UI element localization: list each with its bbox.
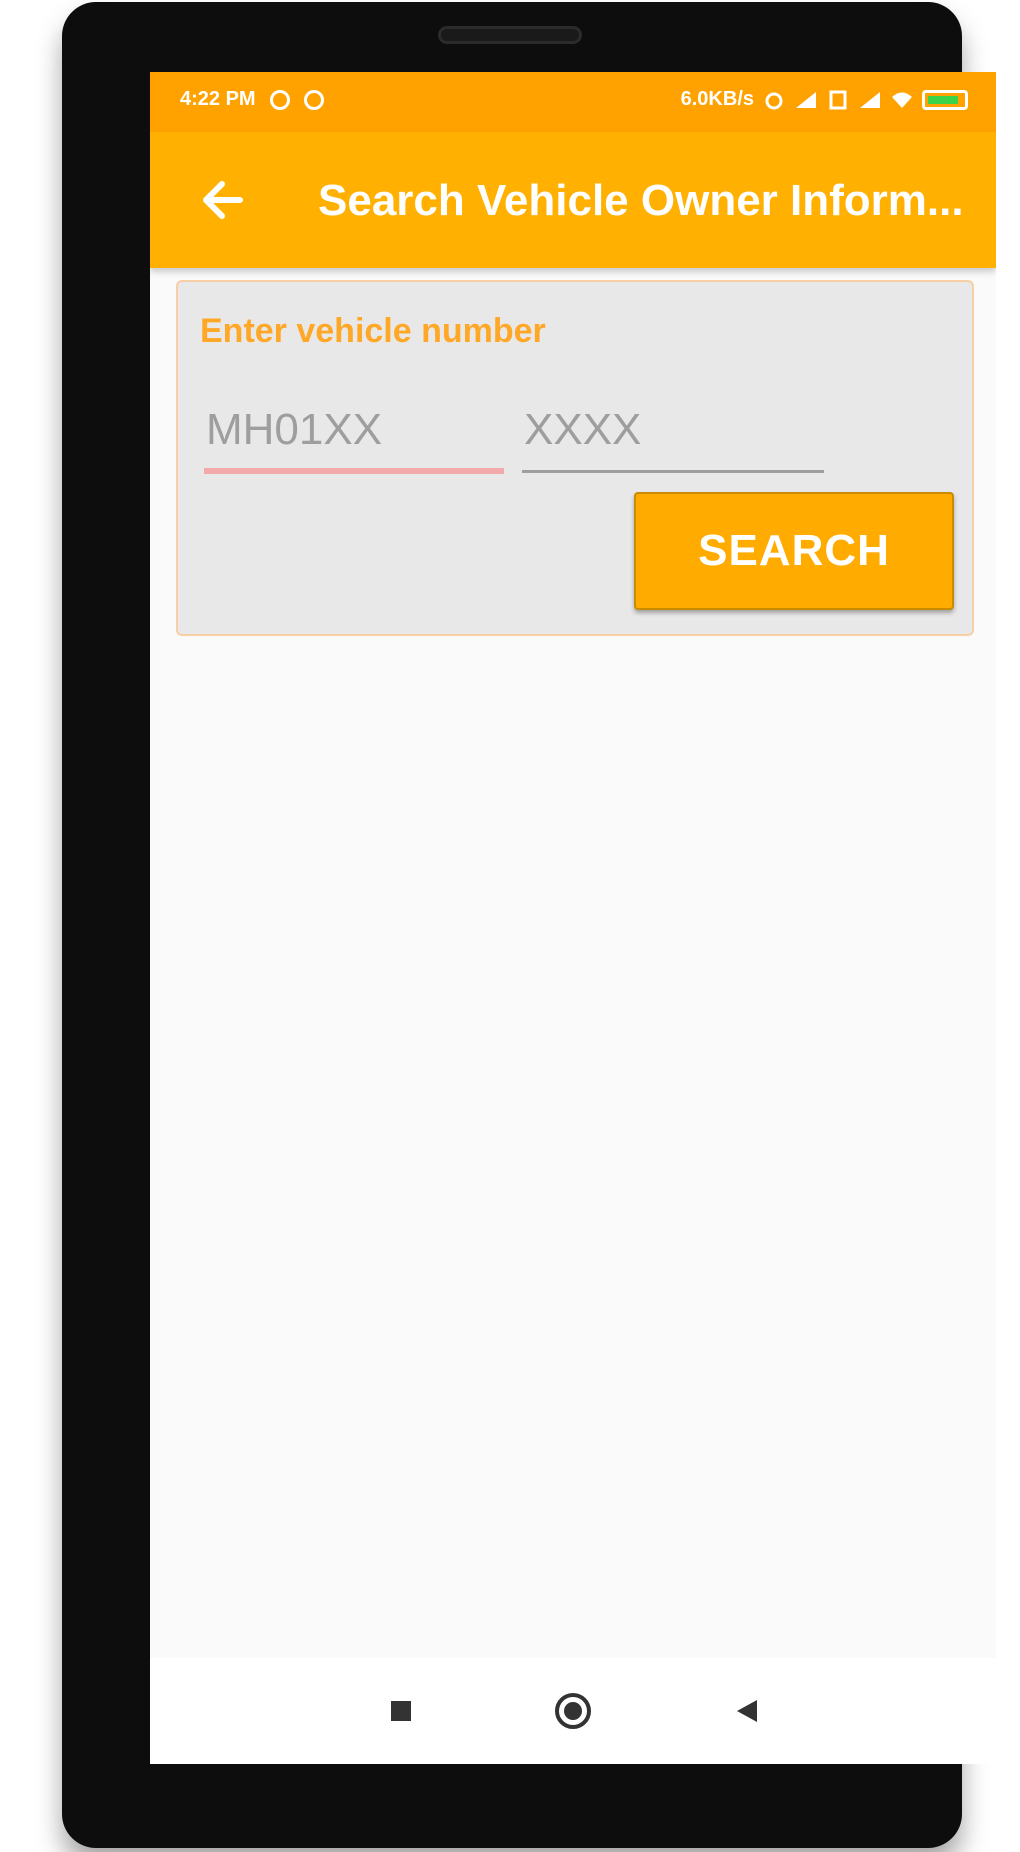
sim-icon	[829, 90, 847, 109]
battery-level	[928, 95, 958, 104]
state-code-underline	[204, 468, 504, 474]
status-bar: 4:22 PM 6.0KB/s	[150, 72, 996, 132]
arrow-left-icon	[203, 181, 243, 219]
network-speed: 6.0KB/s	[680, 88, 754, 110]
search-button[interactable]: SEARCH	[634, 492, 954, 610]
notification-icon	[303, 89, 324, 110]
battery-icon	[922, 89, 968, 110]
signal-icon	[796, 91, 816, 108]
vehicle-search-card: Enter vehicle number SEARCH	[176, 280, 974, 636]
page-title: Search Vehicle Owner Inform...	[318, 176, 964, 225]
home-button[interactable]	[550, 1688, 596, 1734]
status-right-group: 6.0KB/s	[681, 88, 968, 111]
state-code-input[interactable]	[204, 400, 504, 460]
home-circle-icon	[555, 1693, 591, 1729]
vehicle-number-input[interactable]	[522, 400, 824, 460]
alarm-icon	[765, 92, 783, 109]
recents-button[interactable]	[378, 1688, 424, 1734]
notification-icon	[269, 89, 290, 110]
wifi-icon	[892, 92, 912, 108]
back-button[interactable]	[190, 168, 254, 232]
phone-frame: 4:22 PM 6.0KB/s Search Vehicle Owner Inf…	[62, 2, 996, 1848]
device-screen: 4:22 PM 6.0KB/s Search Vehicle Owner Inf…	[150, 72, 996, 1764]
back-triangle-icon	[737, 1700, 757, 1722]
vehicle-number-label: Enter vehicle number	[200, 312, 546, 350]
earpiece-speaker	[438, 26, 582, 44]
number-field	[522, 400, 824, 473]
status-left-group: 4:22 PM	[180, 88, 324, 111]
signal-icon	[860, 91, 880, 108]
recents-square-icon	[391, 1701, 411, 1721]
status-time: 4:22 PM	[180, 88, 256, 110]
system-back-button[interactable]	[724, 1688, 770, 1734]
vehicle-number-underline	[522, 470, 824, 473]
state-code-field	[204, 400, 504, 474]
system-navigation-bar	[150, 1658, 996, 1764]
app-bar: Search Vehicle Owner Inform...	[150, 132, 996, 268]
